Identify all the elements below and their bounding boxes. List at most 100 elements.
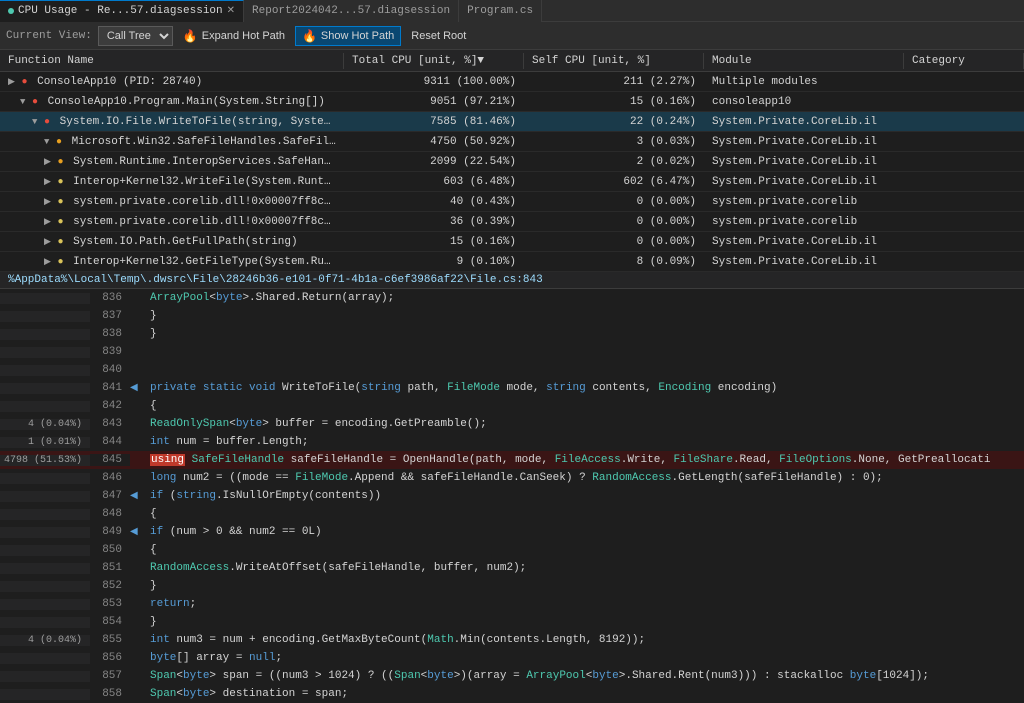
table-row[interactable]: ▶ ● Interop+Kernel32.GetFileType(System.… [0,252,1024,272]
line-arrow: ◀ [130,382,146,394]
func-icon: ● [44,117,50,128]
code-line: 4 (0.04%)843 ReadOnlySpan<byte> buffer =… [0,415,1024,433]
reset-root-label: Reset Root [411,30,466,42]
current-view-select[interactable]: Call Tree [98,26,173,46]
expand-arrow[interactable]: ▶ [44,157,51,167]
col-self-cpu[interactable]: Self CPU [unit, %] [524,53,704,69]
func-name-text: system.private.corelib.dll!0x00007ff8cf9… [73,196,344,208]
cell-self: 602 (6.47%) [524,176,704,188]
expand-arrow[interactable]: ▶ [44,177,51,187]
table-row[interactable]: ▼ ● System.IO.File.WriteToFile(string, S… [0,112,1024,132]
hot-path-icon: 🔥 [302,29,317,43]
tab-bar: CPU Usage - Re...57.diagsession ✕ Report… [0,0,1024,22]
line-number: 852 [90,580,130,592]
cell-total: 40 (0.43%) [344,196,524,208]
line-stats: . [0,365,90,376]
tab-program-cs[interactable]: Program.cs [459,0,542,22]
cell-name: ▶ ● System.IO.Path.GetFullPath(string) [0,236,344,248]
expand-arrow[interactable]: ▶ [44,257,51,267]
cell-name: ▶ ● system.private.corelib.dll!0x00007ff… [0,196,344,208]
code-line: .851 RandomAccess.WriteAtOffset(safeFile… [0,559,1024,577]
cell-module: consoleapp10 [704,96,904,108]
expand-hot-path-label: Expand Hot Path [202,30,285,42]
expand-hot-path-button[interactable]: 🔥 Expand Hot Path [177,26,291,46]
line-content: } [146,310,1024,322]
col-function-name[interactable]: Function Name [0,53,344,69]
line-content: RandomAccess.WriteAtOffset(safeFileHandl… [146,562,1024,574]
code-line: .849◀ if (num > 0 && num2 == 0L) [0,523,1024,541]
cell-total: 36 (0.39%) [344,216,524,228]
cell-module: System.Private.CoreLib.il [704,136,904,148]
line-number: 842 [90,400,130,412]
expand-arrow[interactable]: ▶ [44,197,51,207]
code-line: .837 } [0,307,1024,325]
table-row[interactable]: ▶ ● system.private.corelib.dll!0x00007ff… [0,212,1024,232]
func-icon: ● [58,177,64,188]
line-number: 837 [90,310,130,322]
col-module[interactable]: Module [704,53,904,69]
col-category[interactable]: Category [904,53,1024,69]
code-line: .836ArrayPool<byte>.Shared.Return(array)… [0,289,1024,307]
line-content: ReadOnlySpan<byte> buffer = encoding.Get… [146,418,1024,430]
line-content: return; [146,598,1024,610]
cell-name: ▶ ● system.private.corelib.dll!0x00007ff… [0,216,344,228]
func-icon: ● [22,77,28,88]
line-content: Span<byte> span = ((num3 > 1024) ? ((Spa… [146,670,1024,682]
tab-label-1: CPU Usage - Re...57.diagsession [18,5,223,17]
table-row[interactable]: ▶ ● System.IO.Path.GetFullPath(string) 1… [0,232,1024,252]
cell-self: 2 (0.02%) [524,156,704,168]
line-stats: . [0,401,90,412]
line-arrow: ◀ [130,490,146,502]
cell-total: 4750 (50.92%) [344,136,524,148]
col-total-cpu[interactable]: Total CPU [unit, %]▼ [344,53,524,69]
expand-arrow[interactable]: ▼ [32,117,37,127]
code-line: 4798 (51.53%)845 using SafeFileHandle sa… [0,451,1024,469]
tab-label-3: Program.cs [467,5,533,17]
line-number: 845 [90,454,130,466]
tab-diagsession-1[interactable]: CPU Usage - Re...57.diagsession ✕ [0,0,244,22]
code-line: .853 return; [0,595,1024,613]
code-line: .848 { [0,505,1024,523]
func-name-text: System.IO.Path.GetFullPath(string) [73,236,297,248]
table-row[interactable]: ▼ ● Microsoft.Win32.SafeFileHandles.Safe… [0,132,1024,152]
expand-arrow[interactable]: ▼ [44,137,49,147]
cell-self: 22 (0.24%) [524,116,704,128]
expand-arrow[interactable]: ▼ [20,97,25,107]
line-number: 847 [90,490,130,502]
code-line: .840 [0,361,1024,379]
line-stats: 4 (0.04%) [0,635,90,646]
line-content: if (num > 0 && num2 == 0L) [146,526,1024,538]
line-stats: 4798 (51.53%) [0,455,90,466]
func-icon: ● [58,197,64,208]
line-content: long num2 = ((mode == FileMode.Append &&… [146,472,1024,484]
expand-arrow[interactable]: ▶ [44,217,51,227]
line-stats: 4 (0.04%) [0,419,90,430]
table-row[interactable]: ▶ ● Interop+Kernel32.WriteFile(System.Ru… [0,172,1024,192]
code-line: 4 (0.04%)855 int num3 = num + encoding.G… [0,631,1024,649]
line-number: 851 [90,562,130,574]
close-tab-1[interactable]: ✕ [227,5,235,17]
tab-diagsession-2[interactable]: Report2024042...57.diagsession [244,0,459,22]
expand-arrow[interactable]: ▶ [44,237,51,247]
table-row[interactable]: ▶ ● System.Runtime.InteropServices.SafeH… [0,152,1024,172]
show-hot-path-button[interactable]: 🔥 Show Hot Path [295,26,401,46]
table-row[interactable]: ▶ ● ConsoleApp10 (PID: 28740) 9311 (100.… [0,72,1024,92]
line-stats: . [0,617,90,628]
line-content: Span<byte> destination = span; [146,688,1024,700]
code-line: .846 long num2 = ((mode == FileMode.Appe… [0,469,1024,487]
cell-total: 603 (6.48%) [344,176,524,188]
cell-name: ▶ ● ConsoleApp10 (PID: 28740) [0,76,344,88]
flame-icon: 🔥 [183,29,198,43]
reset-root-button[interactable]: Reset Root [405,26,472,46]
line-stats: . [0,599,90,610]
line-stats: 1 (0.01%) [0,437,90,448]
cell-module: Multiple modules [704,76,904,88]
expand-arrow[interactable]: ▶ [8,77,15,87]
func-name-text: system.private.corelib.dll!0x00007ff8cf7… [73,216,344,228]
table-row[interactable]: ▼ ● ConsoleApp10.Program.Main(System.Str… [0,92,1024,112]
line-number: 838 [90,328,130,340]
cell-name: ▼ ● ConsoleApp10.Program.Main(System.Str… [0,96,344,108]
cell-module: System.Private.CoreLib.il [704,236,904,248]
table-row[interactable]: ▶ ● system.private.corelib.dll!0x00007ff… [0,192,1024,212]
tab-indicator [8,8,14,14]
